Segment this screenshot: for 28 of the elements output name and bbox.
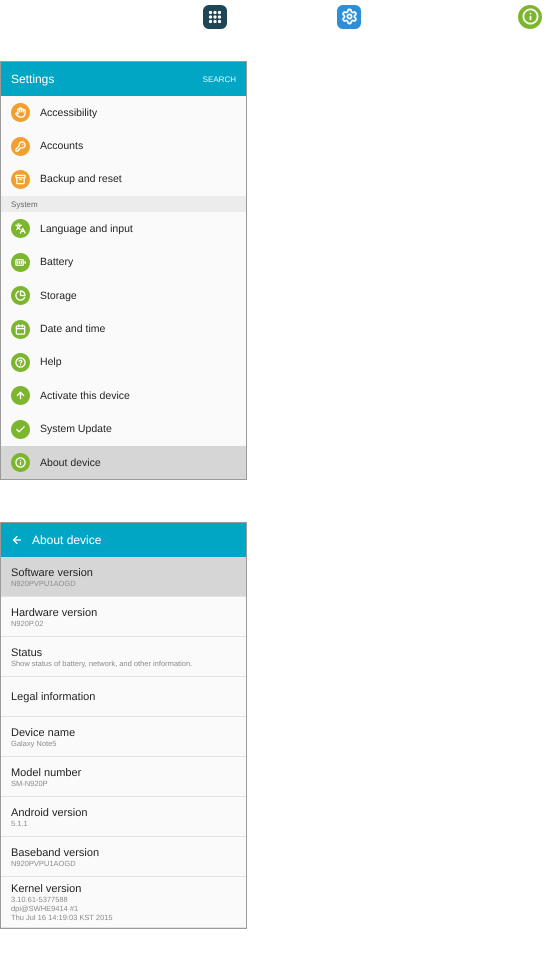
- info-row[interactable]: Legal information: [1, 677, 246, 718]
- settings-item[interactable]: About device: [1, 446, 246, 480]
- settings-item[interactable]: Accessibility: [1, 96, 246, 130]
- back-icon[interactable]: [11, 534, 23, 546]
- row-title: Device name: [11, 726, 76, 739]
- info-icon: [518, 4, 542, 28]
- settings-item[interactable]: Date and time: [1, 312, 246, 346]
- settings-item[interactable]: System Update: [1, 412, 246, 446]
- settings-item[interactable]: Battery: [1, 246, 246, 279]
- row-title: Software version: [11, 566, 94, 579]
- settings-item[interactable]: Help: [1, 346, 246, 380]
- settings-item[interactable]: Language and input: [1, 212, 246, 246]
- settings-item[interactable]: Backup and reset: [1, 162, 246, 196]
- row-title: Model number: [11, 766, 82, 779]
- row-title: Android version: [11, 806, 88, 819]
- row-title: Legal information: [11, 691, 96, 704]
- section-label: System: [11, 200, 38, 209]
- row-title: Hardware version: [11, 606, 98, 619]
- settings-item[interactable]: Activate this device: [1, 379, 246, 413]
- screen-title: About device: [32, 533, 102, 548]
- apps-icon: [203, 4, 227, 28]
- settings-item[interactable]: Accounts: [1, 129, 246, 163]
- settings-icon: [337, 4, 361, 28]
- screen-title: Settings: [11, 72, 56, 86]
- settings-item[interactable]: Storage: [1, 278, 246, 312]
- row-title: Status: [11, 646, 44, 659]
- row-title: Kernel version: [11, 883, 82, 896]
- row-title: Baseband version: [11, 846, 100, 859]
